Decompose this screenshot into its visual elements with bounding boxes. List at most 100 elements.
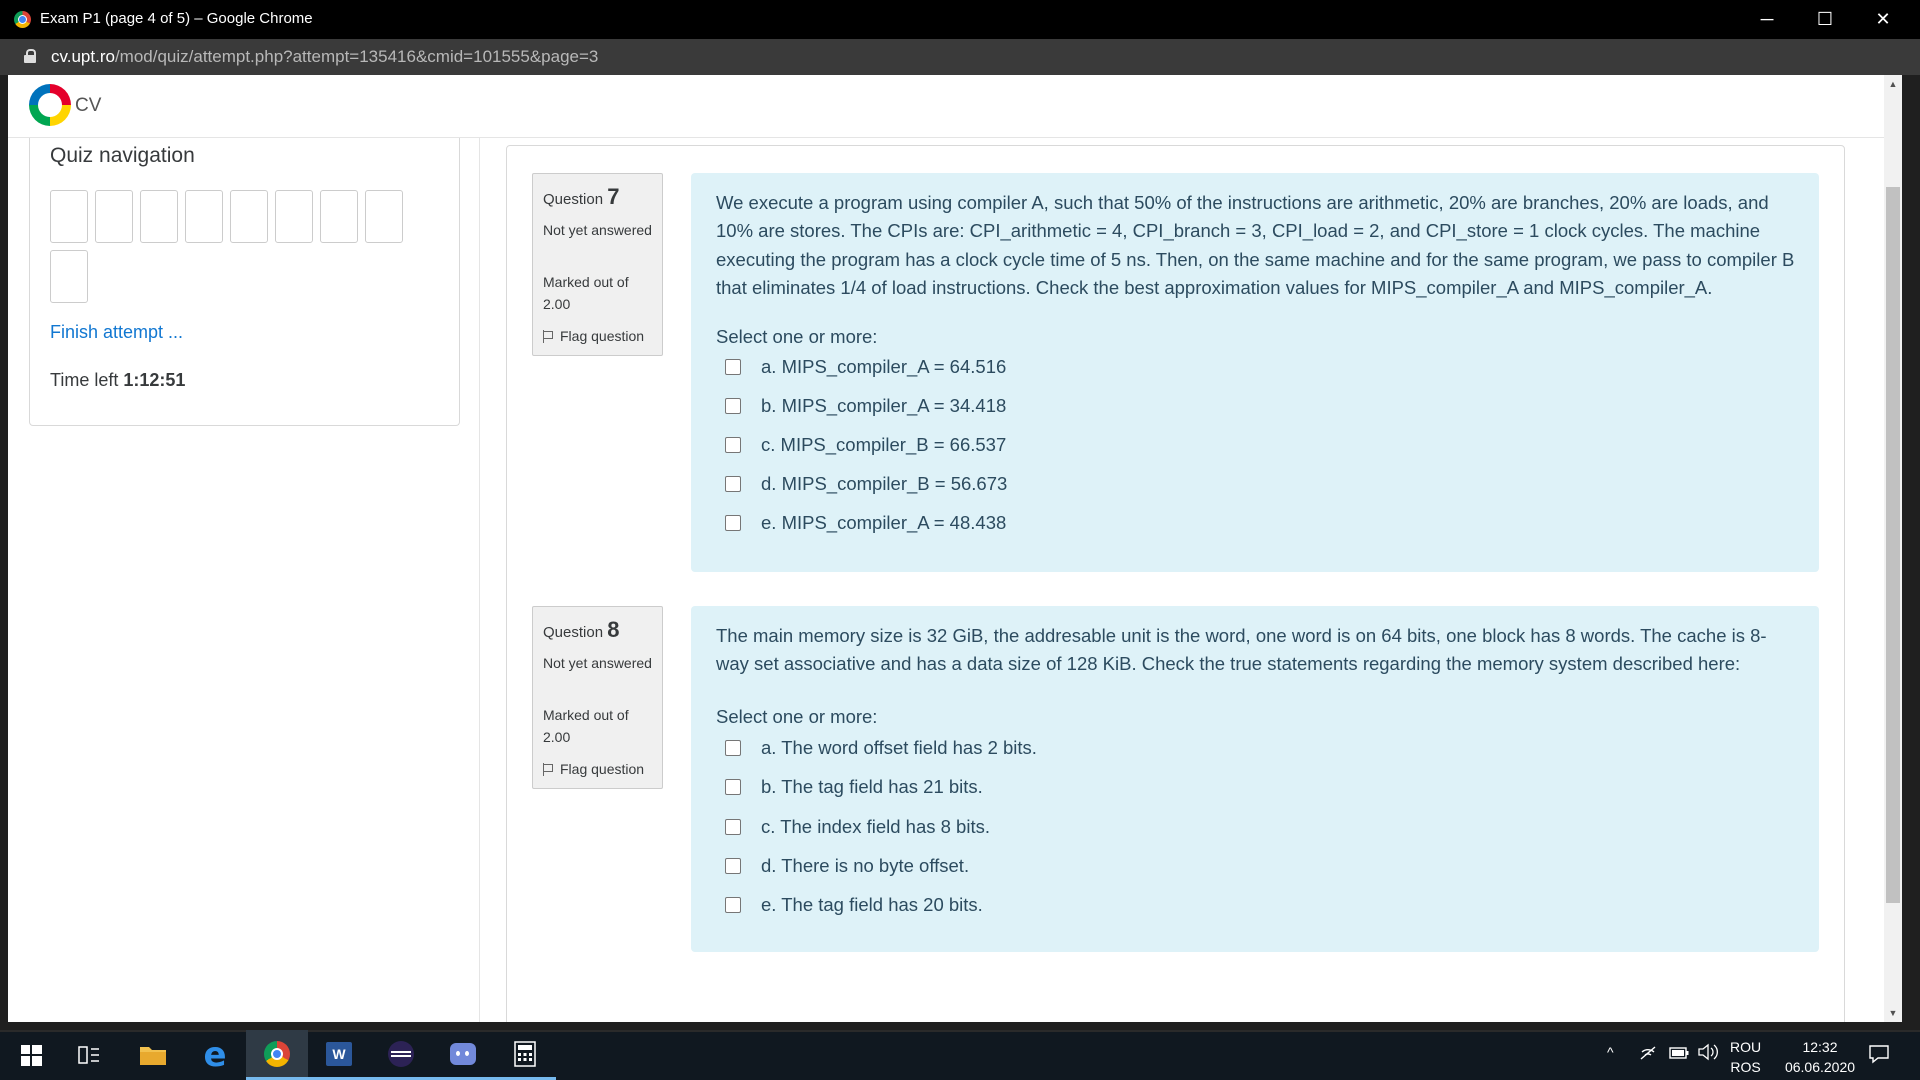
battery-icon[interactable] <box>1669 1046 1689 1062</box>
network-icon[interactable] <box>1639 1044 1657 1065</box>
time-left-value: 1:12:51 <box>123 370 186 390</box>
time-left-label: Time left <box>50 370 119 390</box>
question-content-7: We execute a program using compiler A, s… <box>691 173 1819 572</box>
address-bar[interactable]: cv.upt.ro/mod/quiz/attempt.php?attempt=1… <box>0 39 1920 75</box>
scroll-down-arrow-icon[interactable]: ▼ <box>1884 1004 1902 1022</box>
chrome-taskbar-icon[interactable] <box>246 1030 308 1080</box>
word-icon[interactable]: W <box>308 1030 370 1080</box>
answer-label[interactable]: a. The word offset field has 2 bits. <box>761 737 1037 759</box>
input-language-indicator[interactable]: ROU ROS <box>1730 1037 1761 1077</box>
answer-label[interactable]: e. The tag field has 20 bits. <box>761 894 983 916</box>
question-number-value: 7 <box>607 184 620 209</box>
answer-checkbox[interactable] <box>725 398 741 414</box>
quiz-nav-button[interactable] <box>230 190 268 243</box>
flag-question-button[interactable]: Flag question <box>543 328 644 344</box>
chrome-icon <box>14 11 31 28</box>
quiz-nav-button[interactable] <box>95 190 133 243</box>
question-info-8: Question 8 Not yet answered Marked out o… <box>532 606 663 789</box>
close-button[interactable]: ✕ <box>1854 0 1912 39</box>
maximize-button[interactable]: ☐ <box>1796 0 1854 39</box>
answer-option[interactable]: b. MIPS_compiler_A = 34.418 <box>725 392 1006 420</box>
question-number: Question 8 <box>543 617 619 643</box>
windows-taskbar: e W ^ ROU ROS 12:32 06.06.2020 <box>0 1030 1920 1080</box>
quiz-navigation-block: Quiz navigation Finish attempt ... Time … <box>29 138 460 426</box>
eclipse-icon[interactable] <box>370 1030 432 1080</box>
answer-checkbox[interactable] <box>725 476 741 492</box>
question-info-7: Question 7 Not yet answered Marked out o… <box>532 173 663 356</box>
quiz-nav-button[interactable] <box>275 190 313 243</box>
answer-label[interactable]: d. MIPS_compiler_B = 56.673 <box>761 473 1007 495</box>
answer-label[interactable]: b. The tag field has 21 bits. <box>761 776 983 798</box>
answer-checkbox[interactable] <box>725 819 741 835</box>
answer-option[interactable]: b. The tag field has 21 bits. <box>725 773 983 801</box>
answer-checkbox[interactable] <box>725 897 741 913</box>
edge-icon[interactable]: e <box>184 1030 246 1080</box>
quiz-nav-button[interactable] <box>320 190 358 243</box>
answer-label[interactable]: a. MIPS_compiler_A = 64.516 <box>761 356 1006 378</box>
question-number-value: 8 <box>607 617 620 642</box>
quiz-nav-button[interactable] <box>50 190 88 243</box>
chevron-up-icon[interactable]: ^ <box>1607 1044 1614 1060</box>
answer-option[interactable]: d. MIPS_compiler_B = 56.673 <box>725 470 1007 498</box>
question-label: Question <box>543 624 604 641</box>
answer-option[interactable]: a. MIPS_compiler_A = 64.516 <box>725 353 1006 381</box>
answer-prompt: Select one or more: <box>716 326 878 347</box>
question-label: Question <box>543 191 604 208</box>
flag-question-label: Flag question <box>560 328 645 344</box>
answer-checkbox[interactable] <box>725 740 741 756</box>
answer-label[interactable]: b. MIPS_compiler_A = 34.418 <box>761 395 1006 417</box>
task-view-icon[interactable] <box>58 1030 120 1080</box>
notification-center-icon[interactable] <box>1868 1044 1890 1067</box>
answer-checkbox[interactable] <box>725 858 741 874</box>
answer-option[interactable]: d. There is no byte offset. <box>725 852 969 880</box>
question-text: We execute a program using compiler A, s… <box>716 192 1795 298</box>
windows-icon <box>20 1044 42 1066</box>
quiz-nav-button[interactable] <box>185 190 223 243</box>
discord-icon[interactable] <box>432 1030 494 1080</box>
browser-title-bar: Exam P1 (page 4 of 5) – Google Chrome ─ … <box>0 0 1920 39</box>
quiz-main-region: Question 7 Not yet answered Marked out o… <box>506 145 1845 1022</box>
question-number: Question 7 <box>543 184 619 210</box>
answer-label[interactable]: c. The index field has 8 bits. <box>761 816 990 838</box>
clock-time: 12:32 <box>1802 1039 1838 1055</box>
system-clock[interactable]: 12:32 06.06.2020 <box>1775 1037 1865 1077</box>
answer-option[interactable]: e. The tag field has 20 bits. <box>725 891 983 919</box>
answer-checkbox[interactable] <box>725 779 741 795</box>
minimize-button[interactable]: ─ <box>1738 0 1796 39</box>
quiz-nav-button[interactable] <box>140 190 178 243</box>
scroll-up-arrow-icon[interactable]: ▲ <box>1884 75 1902 93</box>
lock-icon <box>24 49 36 63</box>
answer-option[interactable]: c. MIPS_compiler_B = 66.537 <box>725 431 1006 459</box>
answer-prompt: Select one or more: <box>716 706 878 727</box>
quiz-navigation-title: Quiz navigation <box>50 144 195 167</box>
finish-attempt-link[interactable]: Finish attempt ... <box>50 322 183 343</box>
quiz-nav-button[interactable] <box>365 190 403 243</box>
quiz-nav-button[interactable] <box>50 250 88 303</box>
answer-label[interactable]: c. MIPS_compiler_B = 66.537 <box>761 434 1006 456</box>
site-brand[interactable]: CV <box>75 95 101 117</box>
answer-checkbox[interactable] <box>725 515 741 531</box>
page-scrollbar[interactable]: ▲ ▼ <box>1884 75 1902 1022</box>
file-explorer-icon[interactable] <box>122 1030 184 1080</box>
url-host: cv.upt.ro <box>51 47 115 66</box>
scrollbar-thumb[interactable] <box>1886 187 1900 903</box>
start-button[interactable] <box>0 1030 62 1080</box>
question-grade: Marked out of 2.00 <box>543 707 629 745</box>
answer-label[interactable]: d. There is no byte offset. <box>761 855 969 877</box>
question-grade: Marked out of 2.00 <box>543 274 629 312</box>
window-edge <box>1902 75 1920 1022</box>
clock-date: 06.06.2020 <box>1784 1059 1856 1075</box>
calculator-icon[interactable] <box>494 1030 556 1080</box>
answer-option[interactable]: e. MIPS_compiler_A = 48.438 <box>725 509 1006 537</box>
flag-question-button[interactable]: Flag question <box>543 761 644 777</box>
answer-label[interactable]: e. MIPS_compiler_A = 48.438 <box>761 512 1006 534</box>
answer-option[interactable]: c. The index field has 8 bits. <box>725 813 990 841</box>
site-logo-icon[interactable] <box>29 84 71 126</box>
language-code: ROU <box>1730 1039 1762 1055</box>
answer-checkbox[interactable] <box>725 359 741 375</box>
answer-checkbox[interactable] <box>725 437 741 453</box>
volume-icon[interactable] <box>1697 1043 1719 1064</box>
question-text: The main memory size is 32 GiB, the addr… <box>716 625 1767 675</box>
url-text[interactable]: cv.upt.ro/mod/quiz/attempt.php?attempt=1… <box>51 47 598 67</box>
answer-option[interactable]: a. The word offset field has 2 bits. <box>725 734 1037 762</box>
